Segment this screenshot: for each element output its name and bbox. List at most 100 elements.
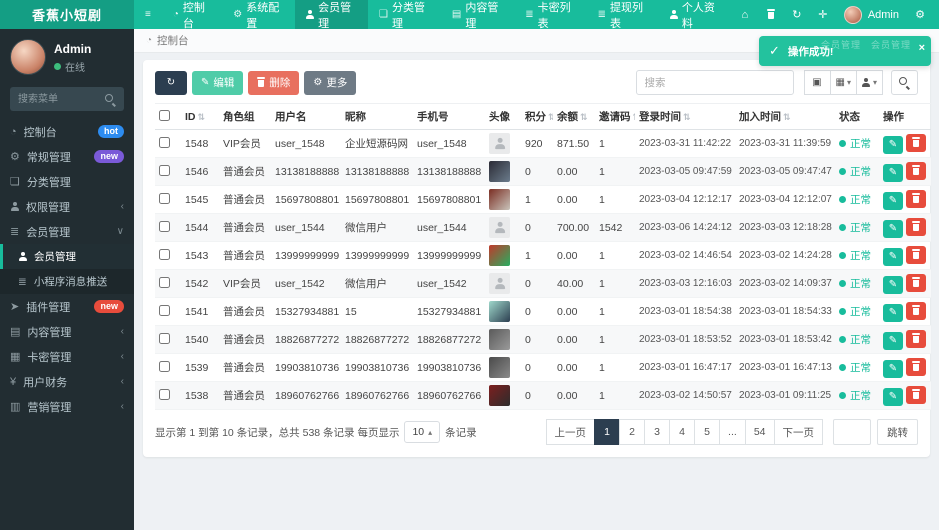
edit-row-button[interactable]: ✎ <box>883 163 903 182</box>
row-checkbox[interactable] <box>159 164 170 176</box>
topnav-item-7[interactable]: ≣ 提现列表 <box>587 0 659 30</box>
delete-row-button[interactable] <box>906 217 926 236</box>
cell-avatar <box>485 269 521 298</box>
search-icon[interactable] <box>105 94 116 105</box>
home-button[interactable]: ⌂ <box>732 0 758 29</box>
edit-row-button[interactable]: ✎ <box>883 359 903 378</box>
edit-row-button[interactable]: ✎ <box>883 331 903 350</box>
table-search-input[interactable] <box>635 70 794 95</box>
sidebar-item-权限管理[interactable]: 权限管理 ‹ <box>0 194 134 219</box>
row-checkbox[interactable] <box>159 136 170 148</box>
row-checkbox[interactable] <box>159 304 170 316</box>
page-next[interactable]: 下一页 <box>773 419 823 445</box>
row-checkbox[interactable] <box>159 276 170 288</box>
row-checkbox[interactable] <box>159 388 170 400</box>
record-info: 显示第 1 到第 10 条记录，总共 538 条记录 每页显示 <box>155 426 400 439</box>
sidebar-item-插件管理[interactable]: ➤ 插件管理 new <box>0 294 134 319</box>
topnav-item-6[interactable]: ≣ 卡密列表 <box>514 0 586 30</box>
status-badge: 正常 <box>839 298 875 325</box>
cogs-icon[interactable]: ⚙ <box>907 0 933 29</box>
columns-button[interactable]: ▦ ▾ <box>829 70 857 95</box>
page-...[interactable]: ... <box>719 419 746 445</box>
sidebar-item-营销管理[interactable]: ▥ 营销管理 ‹ <box>0 394 134 419</box>
edit-row-button[interactable]: ✎ <box>883 247 903 266</box>
page-3[interactable]: 3 <box>644 419 671 445</box>
row-checkbox[interactable] <box>159 220 170 232</box>
column-login_time[interactable]: 邀请码⇅ <box>595 103 636 130</box>
table-row: 1544 普通会员 user_1544 微信用户 user_1544 0 700.00 154… <box>155 213 931 242</box>
sort-icon[interactable]: ⇅ <box>198 112 206 122</box>
cell-phone: 18826877272 <box>413 325 485 354</box>
column-balance[interactable]: 积分⇅ <box>521 103 553 130</box>
page-54[interactable]: 54 <box>744 419 775 445</box>
topnav-item-5[interactable]: ▤ 内容管理 <box>441 0 514 30</box>
trash-button[interactable] <box>758 0 784 29</box>
sidebar-item-控制台[interactable]: ◔ 控制台 hot <box>0 119 134 144</box>
sort-icon[interactable]: ⇅ <box>683 112 691 122</box>
edit-row-button[interactable]: ✎ <box>883 387 903 406</box>
sidebar-item-内容管理[interactable]: ▤ 内容管理 ‹ <box>0 319 134 344</box>
row-checkbox[interactable] <box>159 192 170 204</box>
row-checkbox[interactable] <box>159 248 170 260</box>
row-checkbox[interactable] <box>159 360 170 372</box>
column-role[interactable]: ID ⇅ <box>181 103 219 130</box>
refresh-button[interactable]: ↻ <box>155 70 187 95</box>
sidebar-item-会员管理[interactable]: ≣ 会员管理 ∨ <box>0 219 134 244</box>
sort-icon[interactable]: ⇅ <box>783 112 791 122</box>
sidebar-item-sub-会员管理[interactable]: 会员管理 <box>0 244 134 269</box>
topnav-item-0[interactable]: ≡ <box>134 0 162 29</box>
edit-row-button[interactable]: ✎ <box>883 191 903 210</box>
select-all-checkbox[interactable] <box>159 109 170 121</box>
edit-row-button[interactable]: ✎ <box>883 275 903 294</box>
sidebar-item-用户财务[interactable]: ¥ 用户财务 ‹ <box>0 369 134 394</box>
delete-row-button[interactable] <box>906 161 926 180</box>
edit-row-button[interactable]: ✎ <box>883 303 903 322</box>
column-invite_code[interactable]: 余额 ⇅ <box>553 103 595 130</box>
sidebar-item-sub-小程序消息推送[interactable]: ≣ 小程序消息推送 <box>0 269 134 294</box>
sidebar-item-分类管理[interactable]: ❏ 分类管理 <box>0 169 134 194</box>
topnav-item-4[interactable]: ❏ 分类管理 <box>368 0 441 30</box>
page-prev[interactable]: 上一页 <box>545 419 596 445</box>
page-jump-button[interactable]: 跳转 <box>877 419 918 445</box>
page-4[interactable]: 4 <box>669 419 696 445</box>
sidebar-item-卡密管理[interactable]: ▦ 卡密管理 ‹ <box>0 344 134 369</box>
page-1[interactable]: 1 <box>594 419 621 445</box>
user-menu[interactable]: Admin <box>836 5 907 24</box>
sort-icon[interactable]: ⇅ <box>580 112 588 122</box>
expand-button[interactable]: ✛ <box>810 0 836 29</box>
delete-row-button[interactable] <box>906 357 926 376</box>
edit-button[interactable]: ✎ 编辑 <box>192 70 244 95</box>
delete-row-button[interactable] <box>906 301 926 320</box>
delete-row-button[interactable] <box>906 245 926 264</box>
delete-button[interactable]: 删除 <box>248 70 300 95</box>
delete-row-button[interactable] <box>906 329 926 348</box>
cell-username: 15697808801 <box>271 185 341 214</box>
close-icon[interactable]: × <box>919 43 925 54</box>
search-button[interactable] <box>891 70 918 95</box>
column-status[interactable]: 加入时间 ⇅ <box>735 103 835 130</box>
topnav-item-3[interactable]: 会员管理 <box>295 0 369 30</box>
delete-row-button[interactable] <box>906 273 926 292</box>
page-5[interactable]: 5 <box>694 419 721 445</box>
sort-icon[interactable]: ⇅ <box>633 112 636 122</box>
sidebar-user-panel: Admin 在线 <box>0 29 134 83</box>
topnav-item-1[interactable]: ◔ 控制台 <box>162 0 222 30</box>
export-button[interactable]: ▾ <box>855 70 883 95</box>
more-button[interactable]: ⚙ 更多 <box>304 70 357 95</box>
edit-row-button[interactable]: ✎ <box>883 135 903 154</box>
sidebar-item-常规管理[interactable]: ⚙ 常规管理 new <box>0 144 134 169</box>
delete-row-button[interactable] <box>906 189 926 208</box>
edit-row-button[interactable]: ✎ <box>883 219 903 238</box>
column-join_time[interactable]: 登录时间 ⇅ <box>635 103 735 130</box>
per-page-select[interactable]: 10 ▴ <box>404 421 441 443</box>
refresh-button[interactable]: ↻ <box>784 0 810 29</box>
view-toggle-button[interactable]: ▣ <box>803 70 831 95</box>
delete-row-button[interactable] <box>906 133 926 152</box>
row-checkbox[interactable] <box>159 332 170 344</box>
page-jump-input[interactable] <box>833 419 871 445</box>
delete-row-button[interactable] <box>906 385 926 404</box>
topnav-item-8[interactable]: 个人资料 <box>659 0 732 30</box>
sort-icon[interactable]: ⇅ <box>548 112 553 122</box>
topnav-item-2[interactable]: ⚙ 系统配置 <box>222 0 295 30</box>
page-2[interactable]: 2 <box>619 419 646 445</box>
